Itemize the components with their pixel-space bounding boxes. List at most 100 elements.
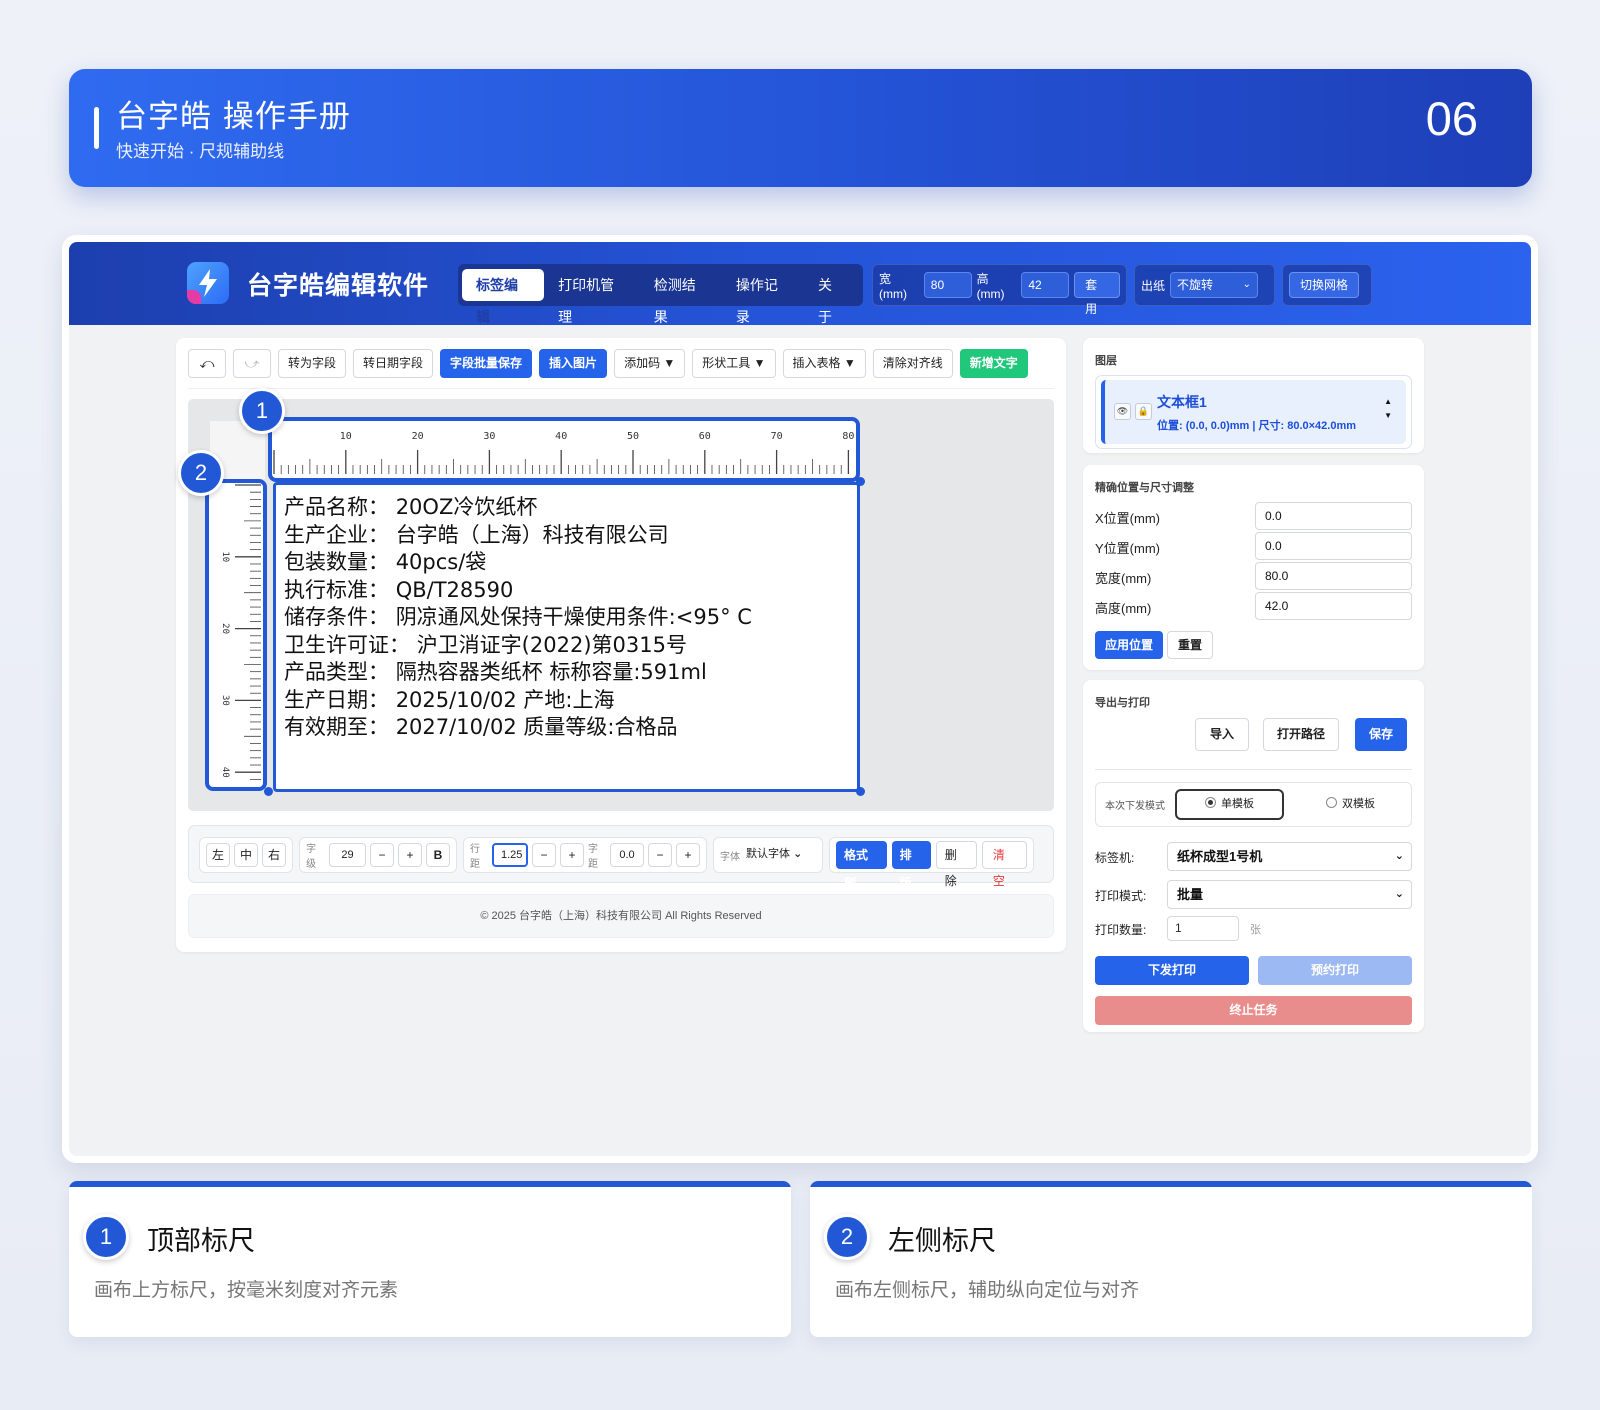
open-path-button[interactable]: 打开路径 [1263, 718, 1340, 751]
char-spacing-input[interactable]: 0.0 [610, 843, 644, 867]
resize-handle-bottom-left[interactable] [264, 787, 273, 796]
label-line-key: 卫生许可证： [284, 632, 410, 657]
radio-unchecked-icon [1326, 797, 1337, 808]
save-button[interactable]: 保存 [1355, 718, 1408, 751]
header-accent-bar [94, 107, 99, 149]
label-line: 生产日期： 2025/10/02 产地:上海 [284, 687, 752, 715]
send-print-button[interactable]: 下发打印 [1095, 956, 1249, 985]
add-code-dropdown[interactable]: 添加码 ▼ [614, 349, 686, 378]
font-size-input[interactable]: 29 [329, 843, 366, 867]
label-line-key: 产品类型： [284, 660, 389, 684]
add-text-button[interactable]: 新增文字 [959, 349, 1028, 378]
font-size-decrease-button[interactable]: − [370, 843, 394, 867]
font-size-increase-button[interactable]: + [398, 843, 422, 867]
printer-select[interactable]: 纸杯成型1号机 ⌄ [1167, 842, 1412, 871]
align-center-button[interactable]: 中 [234, 843, 258, 867]
align-right-button[interactable]: 右 [262, 843, 286, 867]
shape-tools-dropdown[interactable]: 形状工具 ▼ [692, 349, 776, 378]
lock-icon[interactable]: 🔒 [1135, 403, 1152, 420]
import-button[interactable]: 导入 [1195, 718, 1250, 751]
top-ruler[interactable]: 10 20 30 40 50 60 70 80 [268, 417, 860, 482]
spacing-group: 行距 1.25 − + 字距 0.0 − + [463, 837, 707, 873]
schedule-print-button[interactable]: 预约打印 [1258, 956, 1412, 985]
insert-image-button[interactable]: 插入图片 [539, 349, 608, 378]
layer-item[interactable]: 👁 🔒 文本框1 位置: (0.0, 0.0)mm | 尺寸: 80.0×42.… [1095, 375, 1412, 449]
chevron-down-icon: ⌄ [1242, 279, 1252, 290]
delete-button[interactable]: 删除 [935, 841, 977, 888]
undo-icon[interactable]: ⤺ [188, 349, 226, 378]
tab-operation-log[interactable]: 操作记录 [722, 269, 804, 325]
left-ruler[interactable]: 10 20 30 40 [205, 479, 267, 791]
redo-icon[interactable]: ⤻ [233, 349, 271, 378]
convert-to-date-field-button[interactable]: 转日期字段 [353, 349, 434, 378]
tab-printer-manage[interactable]: 打印机管理 [544, 269, 640, 325]
page-number: 06 [1425, 92, 1478, 145]
font-size-group: 字级 29 − + B [299, 837, 457, 873]
insert-table-dropdown[interactable]: 插入表格 ▼ [782, 349, 866, 378]
x-position-row: X位置(mm) 0.0 [1095, 502, 1412, 530]
callout-badge-1: 1 [239, 388, 285, 434]
label-line: 执行标准： QB/T28590 [284, 577, 752, 605]
height-label: 高(mm) [976, 271, 1005, 301]
label-line-key: 生产日期： [284, 687, 389, 712]
layer-order-arrows[interactable]: ▲ ▼ [1384, 395, 1392, 423]
text-box-element[interactable]: 产品名称： 20OZ冷饮纸杯 生产企业： 台字皓（上海）科技有限公司 包装数量：… [273, 482, 860, 792]
clear-guides-button[interactable]: 清除对齐线 [872, 349, 953, 378]
single-template-option[interactable]: 单模板 [1175, 789, 1284, 820]
eye-icon[interactable]: 👁 [1114, 403, 1131, 420]
width-input[interactable]: 80.0 [1255, 562, 1412, 590]
height-input[interactable]: 42 [1021, 272, 1070, 298]
label-line-value: 台字皓（上海）科技有限公司 [395, 522, 669, 547]
paper-out-label: 出纸 [1141, 278, 1166, 293]
move-up-icon[interactable]: ▲ [1384, 395, 1392, 409]
resize-handle-bottom-right[interactable] [856, 787, 865, 796]
rotation-select[interactable]: 不旋转 ⌄ [1170, 272, 1259, 298]
dispatch-mode-group: 本次下发模式 单模板 双模板 [1095, 782, 1412, 827]
layout-button[interactable]: 排版 [891, 841, 931, 890]
apply-size-button[interactable]: 套用 [1074, 272, 1120, 316]
width-input[interactable]: 80 [923, 272, 972, 298]
align-left-button[interactable]: 左 [206, 843, 230, 867]
label-line-key: 产品名称： [284, 495, 389, 519]
resize-handle-top-right[interactable] [856, 477, 865, 486]
char-spacing-decrease-button[interactable]: − [648, 843, 672, 867]
layers-panel: 图层 👁 🔒 文本框1 位置: (0.0, 0.0)mm | 尺寸: 80.0×… [1083, 338, 1424, 453]
tab-label-edit[interactable]: 标签编辑 [462, 269, 545, 325]
font-family-select[interactable]: 默认字体 ⌄ [744, 843, 805, 867]
print-count-input[interactable]: 1 [1167, 916, 1239, 941]
char-spacing-increase-button[interactable]: + [676, 843, 700, 867]
bold-button[interactable]: B [426, 843, 450, 867]
x-position-label: X位置(mm) [1095, 511, 1160, 526]
format-painter-button[interactable]: 格式刷 [836, 841, 887, 890]
double-template-option[interactable]: 双模板 [1296, 789, 1405, 820]
width-row: 宽度(mm) 80.0 [1095, 562, 1412, 590]
reset-position-button[interactable]: 重置 [1167, 631, 1214, 659]
label-line: 卫生许可证： 沪卫消证字(2022)第0315号 [284, 632, 752, 660]
height-input[interactable]: 42.0 [1255, 592, 1412, 620]
line-spacing-input[interactable]: 1.25 [492, 843, 528, 867]
label-line-value: 2027/10/02 质量等级:合格品 [395, 715, 678, 739]
canvas-area[interactable]: 10 20 30 40 50 60 70 80 10 20 30 40 产品名称： 20OZ冷饮纸杯… [188, 399, 1054, 811]
batch-save-fields-button[interactable]: 字段批量保存 [440, 349, 533, 378]
x-position-input[interactable]: 0.0 [1255, 502, 1412, 530]
app-header: 台字皓编辑软件 标签编辑 打印机管理 检测结果 操作记录 关于 宽(mm) 80… [69, 242, 1531, 325]
move-down-icon[interactable]: ▼ [1384, 409, 1392, 423]
stop-task-button[interactable]: 终止任务 [1095, 996, 1412, 1025]
y-position-input[interactable]: 0.0 [1255, 532, 1412, 560]
tab-about[interactable]: 关于 [804, 269, 859, 325]
line-spacing-label: 行距 [470, 844, 480, 870]
ruler-tick-label: 40 [220, 767, 230, 778]
label-line: 有效期至： 2027/10/02 质量等级:合格品 [284, 714, 752, 742]
toggle-grid-button[interactable]: 切换网格 [1289, 272, 1360, 298]
clear-button[interactable]: 清空 [981, 841, 1027, 888]
print-mode-select[interactable]: 批量 ⌄ [1167, 880, 1412, 909]
tab-inspection-results[interactable]: 检测结果 [640, 269, 722, 325]
line-spacing-decrease-button[interactable]: − [532, 843, 556, 867]
print-count-unit: 张 [1250, 924, 1261, 936]
toolbar-divider [188, 388, 1054, 389]
convert-to-field-button[interactable]: 转为字段 [278, 349, 347, 378]
label-line-value: 沪卫消证字(2022)第0315号 [416, 632, 687, 657]
app-window: 台字皓编辑软件 标签编辑 打印机管理 检测结果 操作记录 关于 宽(mm) 80… [62, 235, 1538, 1163]
apply-position-button[interactable]: 应用位置 [1095, 631, 1164, 659]
line-spacing-increase-button[interactable]: + [560, 843, 584, 867]
